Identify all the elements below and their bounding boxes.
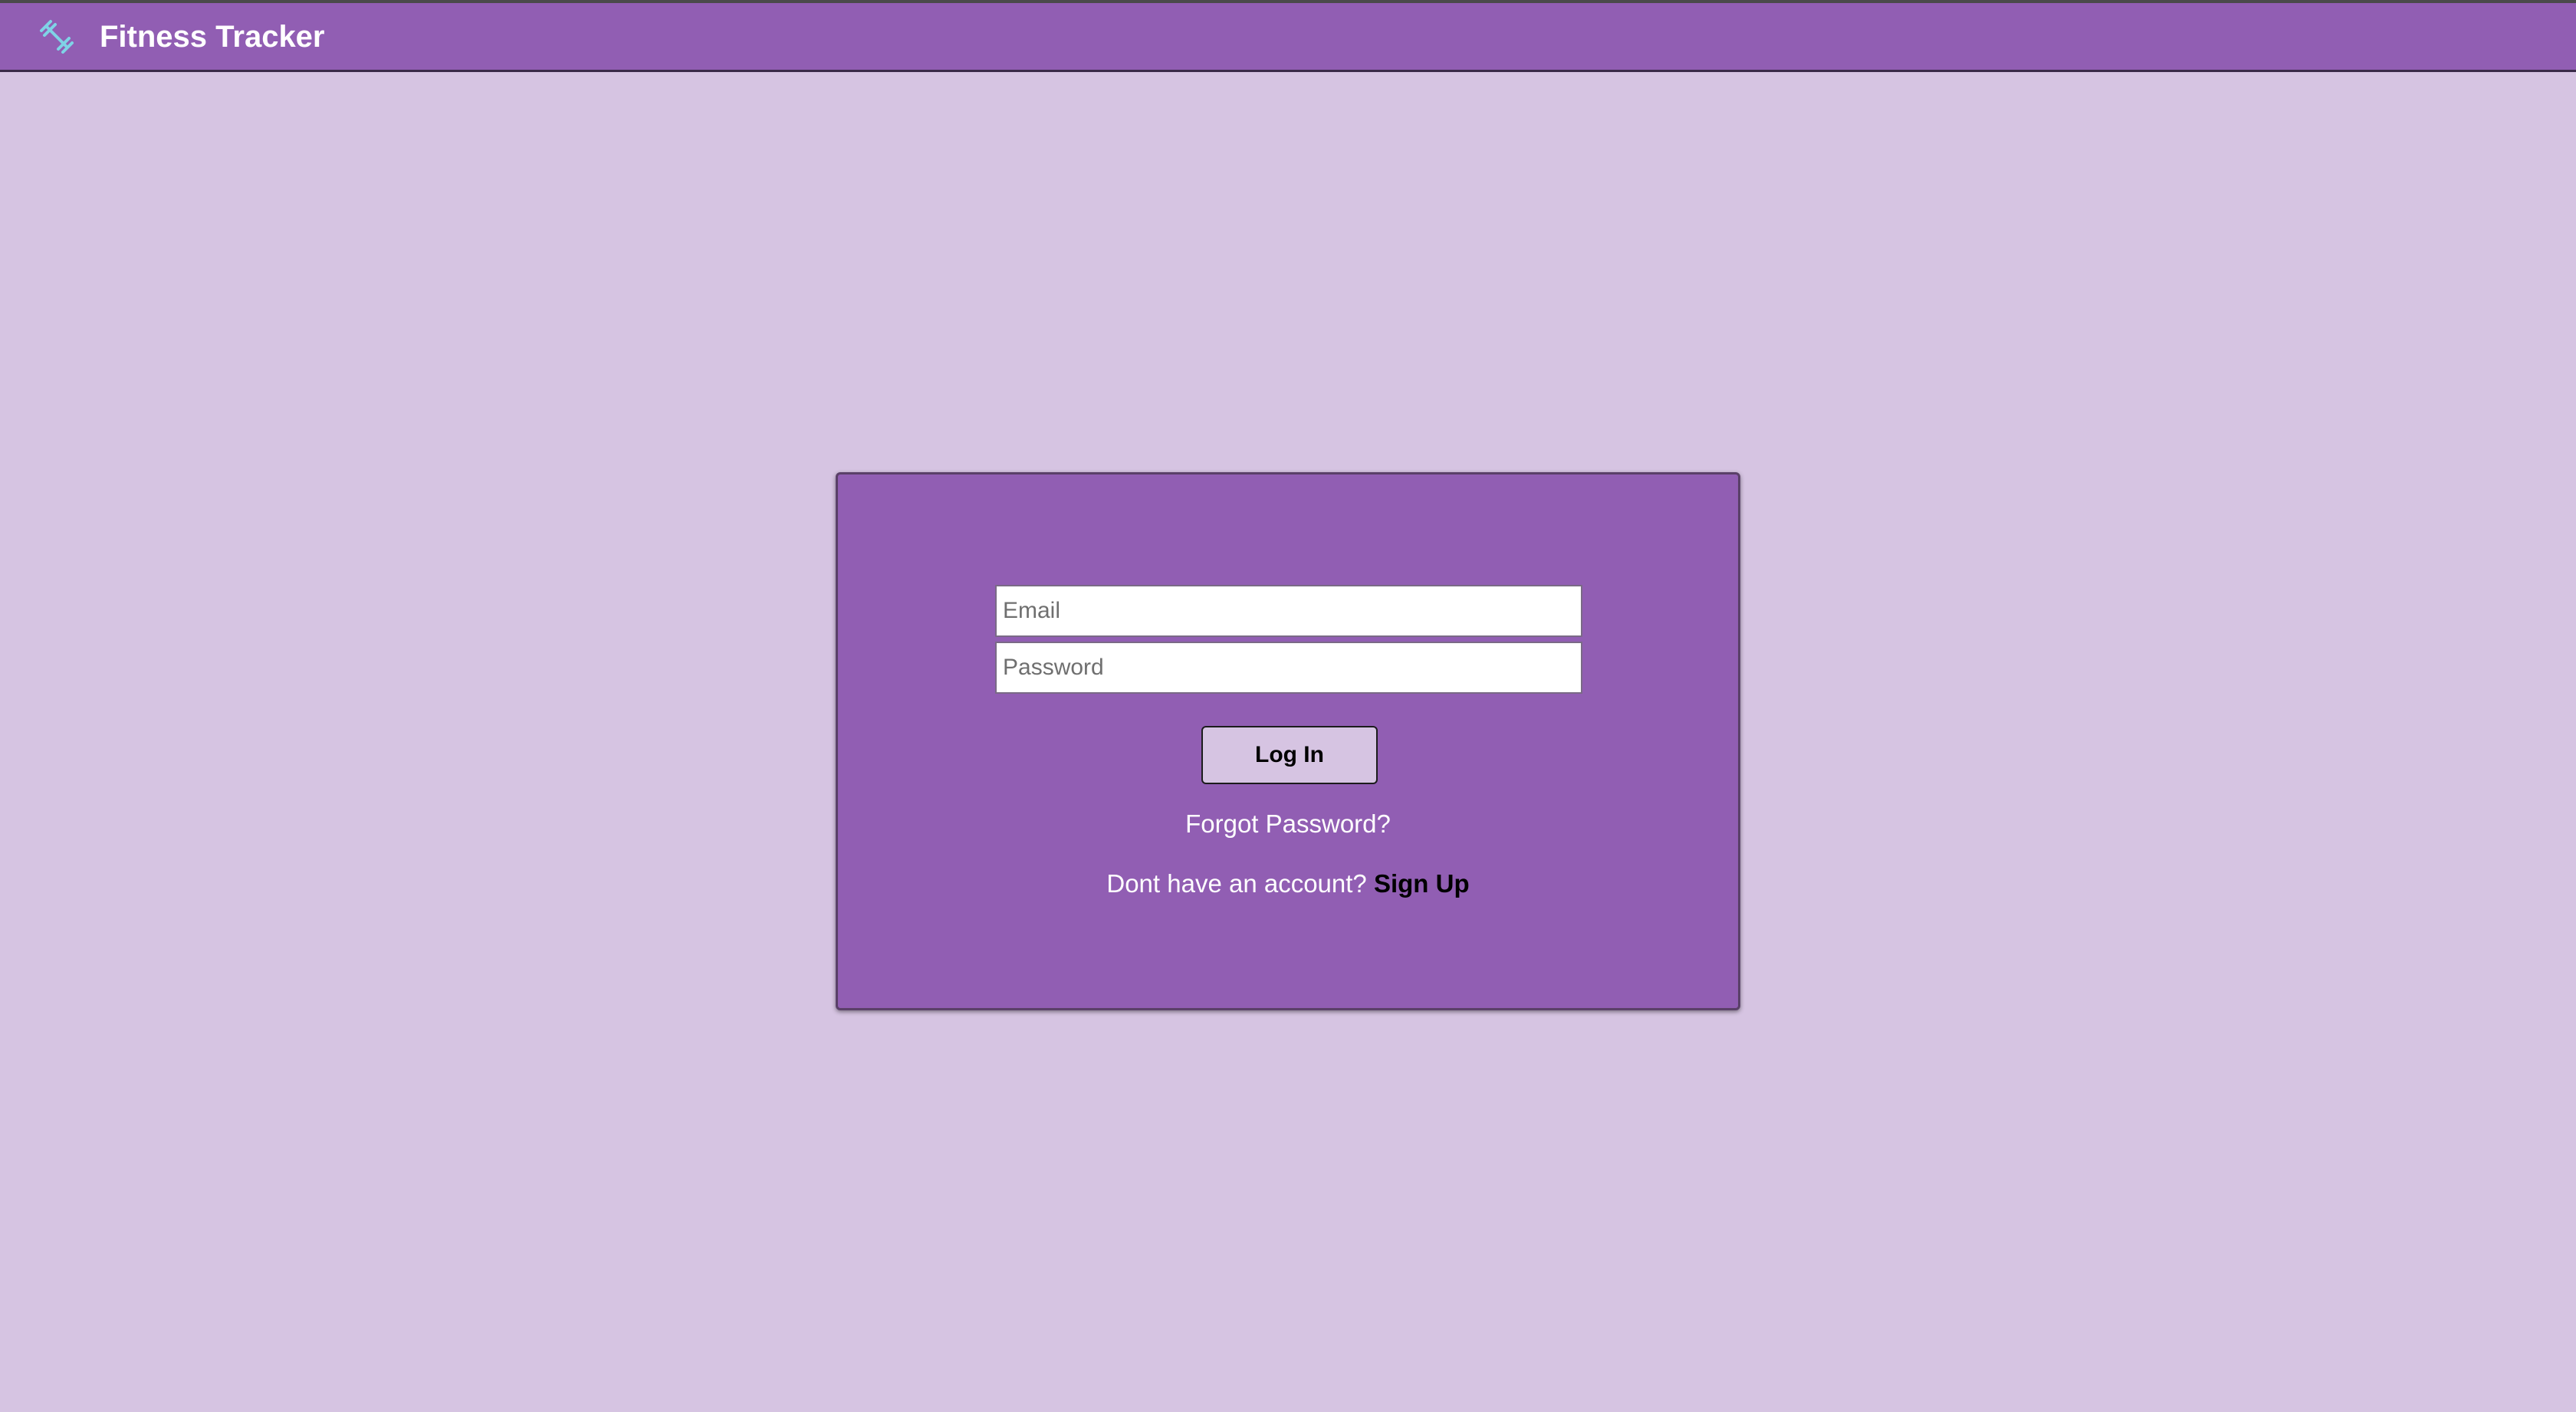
forgot-password-link[interactable]: Forgot Password?	[838, 809, 1738, 839]
top-navbar: Fitness Tracker	[0, 0, 2576, 72]
password-field[interactable]	[995, 642, 1582, 694]
signup-prompt: Dont have an account?	[1106, 869, 1367, 898]
email-field[interactable]	[995, 585, 1582, 637]
login-card: Log In Forgot Password? Dont have an acc…	[836, 472, 1740, 1010]
signup-row: Dont have an account? Sign Up	[838, 869, 1738, 899]
login-button[interactable]: Log In	[1201, 726, 1378, 784]
app-title[interactable]: Fitness Tracker	[100, 17, 325, 57]
dumbbell-icon	[38, 18, 75, 55]
signup-link[interactable]: Sign Up	[1374, 869, 1470, 898]
